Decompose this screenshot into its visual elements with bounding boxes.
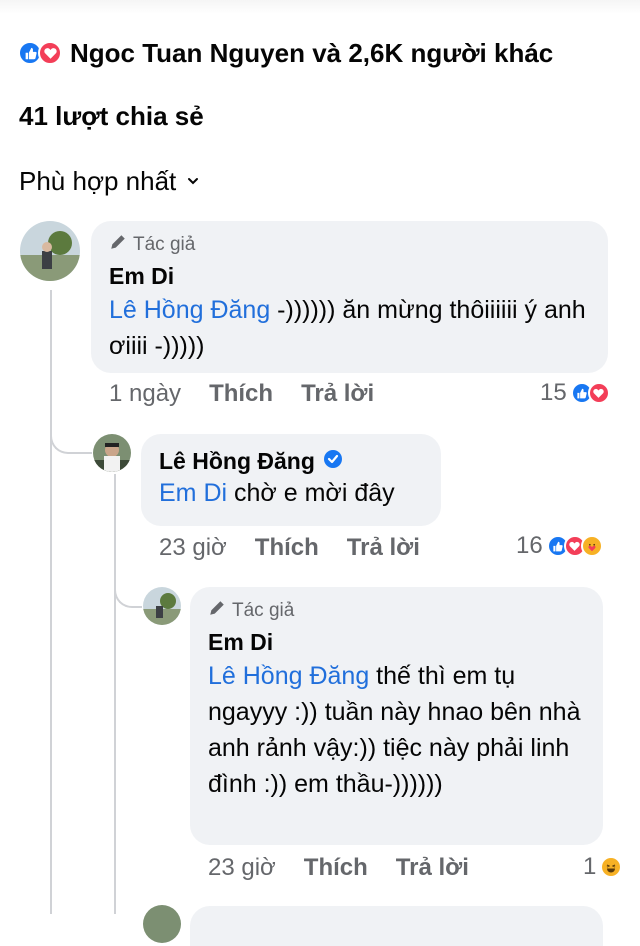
like-button[interactable]: Thích [255, 534, 319, 562]
mention-link[interactable]: Lê Hồng Đăng [109, 296, 270, 324]
comment-text: Lê Hồng Đăng thế thì em tụ ngayyy :)) tu… [208, 658, 585, 802]
comment-actions: 23 giờ Thích Trả lời [159, 534, 420, 562]
commenter-name[interactable]: Lê Hồng Đăng [159, 448, 315, 475]
reaction-icons [546, 535, 603, 557]
comment-time: 1 ngày [109, 380, 182, 407]
sort-label: Phù hợp nhất [19, 166, 177, 196]
reply-button[interactable]: Trả lời [301, 380, 374, 408]
avatar[interactable] [20, 221, 80, 281]
thread-line-level1 [50, 290, 52, 914]
love-icon [587, 382, 610, 404]
avatar[interactable] [93, 434, 131, 472]
comment-time: 23 giờ [159, 534, 227, 561]
comment-reactions[interactable]: 16 [516, 532, 603, 560]
sort-dropdown[interactable]: Phù hợp nhất [19, 166, 200, 197]
mention-link[interactable]: Em Di [159, 479, 227, 507]
care-icon [580, 535, 603, 557]
haha-icon [600, 856, 623, 878]
comment-bubble-partial [190, 906, 603, 946]
reply-button[interactable]: Trả lời [347, 534, 420, 562]
reaction-count: 1 [583, 853, 597, 880]
reaction-count: 16 [516, 532, 543, 559]
comment-actions: 1 ngày Thích Trả lời [109, 380, 374, 408]
author-badge-label: Tác giả [232, 600, 295, 621]
reaction-icons [18, 41, 62, 65]
author-badge: Tác giả [109, 233, 590, 257]
avatar[interactable] [143, 587, 181, 625]
reaction-count: 15 [540, 379, 567, 406]
like-button[interactable]: Thích [304, 854, 368, 882]
comment-bubble: Tác giả Em Di Lê Hồng Đăng thế thì em tụ… [190, 587, 603, 845]
comment-bubble: Tác giả Em Di Lê Hồng Đăng -)))))) ăn mừ… [91, 221, 608, 373]
comment-time: 23 giờ [208, 854, 276, 881]
comment-reactions[interactable]: 1 [583, 853, 623, 881]
author-badge: Tác giả [208, 599, 585, 623]
reactions-summary-text: Ngoc Tuan Nguyen và 2,6K người khác [70, 37, 554, 68]
commenter-name[interactable]: Em Di [109, 263, 590, 290]
reply-button[interactable]: Trả lời [396, 854, 469, 882]
love-icon [38, 41, 62, 65]
chevron-down-icon [186, 173, 200, 191]
thread-line-level2 [114, 474, 116, 914]
comment-reactions[interactable]: 15 [540, 379, 610, 407]
thread-branch-level1 [50, 420, 92, 454]
comment-actions: 23 giờ Thích Trả lời [208, 854, 469, 882]
avatar[interactable] [143, 905, 181, 943]
comment-text: Lê Hồng Đăng -)))))) ăn mừng thôiiiiii ý… [109, 292, 590, 364]
pencil-icon [208, 599, 226, 623]
reactions-summary[interactable]: Ngoc Tuan Nguyen và 2,6K người khác [18, 36, 553, 70]
shares-count[interactable]: 41 lượt chia sẻ [19, 101, 204, 132]
thread-branch-level2 [114, 574, 142, 608]
author-badge-label: Tác giả [133, 234, 196, 255]
like-button[interactable]: Thích [209, 380, 273, 408]
reaction-icons [570, 382, 610, 404]
verified-badge-icon [323, 449, 343, 474]
top-cropped-row [0, 0, 640, 14]
pencil-icon [109, 233, 127, 257]
comment-text: Em Di chờ e mời đây [159, 475, 423, 511]
comment-bubble: Lê Hồng Đăng Em Di chờ e mời đây [141, 434, 441, 526]
comment-body: chờ e mời đây [227, 479, 395, 507]
commenter-name[interactable]: Em Di [208, 629, 585, 656]
mention-link[interactable]: Lê Hồng Đăng [208, 662, 369, 690]
